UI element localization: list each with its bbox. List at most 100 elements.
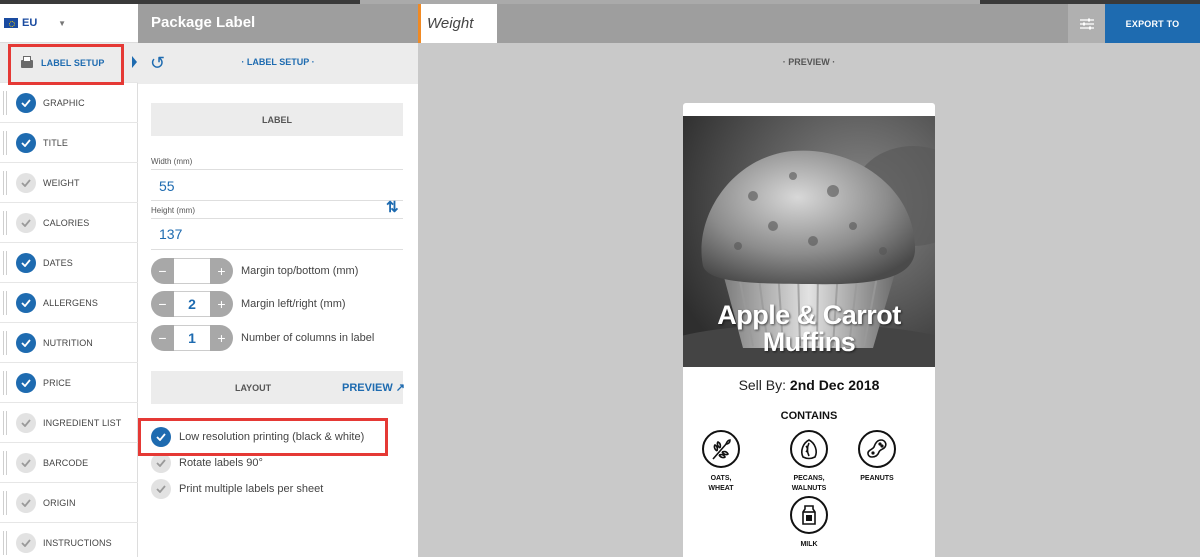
margin-top-bottom-input[interactable] [174,258,210,284]
checkmark-icon[interactable] [16,212,36,233]
panel-header: ↺ · LABEL SETUP · [138,43,418,84]
active-arrow-icon [132,56,137,68]
option-label: Rotate labels 90° [179,457,263,469]
decrement-button[interactable]: − [151,325,174,351]
preview-title: · PREVIEW · [782,57,836,67]
sidebar-item-label: DATES [43,257,73,268]
decrement-button[interactable]: − [151,258,174,284]
margin-left-right-stepper: − 2 + Margin left/right (mm) [151,291,346,317]
sidebar-item-graphic[interactable]: GRAPHIC [0,83,138,123]
settings-button[interactable] [1068,4,1105,43]
height-field[interactable]: 137 [159,226,182,242]
sidebar-item-calories[interactable]: CALORIES [0,203,138,243]
sidebar-item-label: GRAPHIC [43,97,85,108]
highlight-box-low-resolution [138,418,388,456]
sell-by-date: 2nd Dec 2018 [789,377,880,393]
swap-dimensions-icon[interactable]: ⇅ [386,198,399,216]
sidebar-item-allergens[interactable]: ALLERGENS [0,283,138,323]
tab-weight[interactable]: Weight [418,4,497,43]
region-selector[interactable]: EU ▼ [0,4,138,43]
sidebar-item-barcode[interactable]: BARCODE [0,443,138,483]
checkmark-icon[interactable] [16,372,36,393]
drag-handle-icon[interactable] [3,291,7,315]
sidebar: LABEL SETUP GRAPHIC TITLE WEIGHT CALORIE… [0,43,138,557]
sidebar-item-label: BARCODE [43,457,89,468]
drag-handle-icon[interactable] [3,531,7,555]
product-name-line2: Muffins [762,327,856,357]
sidebar-item-label: NUTRITION [43,337,93,348]
export-button[interactable]: EXPORT TO [1105,4,1200,43]
checkmark-icon[interactable] [16,412,36,433]
option-rotate-labels[interactable]: Rotate labels 90° [151,453,263,473]
sidebar-item-label: INSTRUCTIONS [43,537,112,548]
sidebar-item-label: WEIGHT [43,177,80,188]
preview-area: · PREVIEW · Apple & Carrot Muffins Sell … [418,43,1200,557]
section-layout-header: LAYOUT PREVIEW ↗ [151,371,405,404]
option-multiple-labels[interactable]: Print multiple labels per sheet [151,479,323,499]
preview-link[interactable]: PREVIEW ↗ [342,381,405,394]
sidebar-item-ingredient-list[interactable]: INGREDIENT LIST [0,403,138,443]
checkmark-icon[interactable] [16,292,36,313]
sidebar-item-label: TITLE [43,137,69,148]
checkmark-icon[interactable] [16,452,36,473]
chevron-down-icon: ▼ [58,18,66,28]
sidebar-item-instructions[interactable]: INSTRUCTIONS [0,523,138,557]
highlight-box-label-setup [8,44,124,85]
increment-button[interactable]: + [210,291,233,317]
sidebar-item-weight[interactable]: WEIGHT [0,163,138,203]
checkmark-icon[interactable] [151,479,171,499]
checkmark-icon[interactable] [16,532,36,553]
columns-input[interactable]: 1 [174,325,210,351]
sidebar-item-title[interactable]: TITLE [0,123,138,163]
checkmark-icon[interactable] [16,92,36,113]
sidebar-item-label: INGREDIENT LIST [43,417,122,428]
checkmark-icon[interactable] [16,172,36,193]
drag-handle-icon[interactable] [3,411,7,435]
margin-top-bottom-stepper: − + Margin top/bottom (mm) [151,258,358,284]
sliders-icon [1079,18,1094,29]
allergen-name: MILK [800,541,818,548]
sidebar-item-label: ALLERGENS [43,297,98,308]
peanut-icon [858,430,896,468]
divider [151,249,403,250]
checkmark-icon[interactable] [16,332,36,353]
width-label: Width (mm) [151,157,193,166]
drag-handle-icon[interactable] [3,91,7,115]
checkmark-icon[interactable] [16,252,36,273]
label-preview: Apple & Carrot Muffins Sell By: 2nd Dec … [683,103,935,557]
decrement-button[interactable]: − [151,291,174,317]
drag-handle-icon[interactable] [3,171,7,195]
drag-handle-icon[interactable] [3,251,7,275]
drag-handle-icon[interactable] [3,451,7,475]
sidebar-item-origin[interactable]: ORIGIN [0,483,138,523]
drag-handle-icon[interactable] [3,211,7,235]
width-field[interactable]: 55 [159,178,175,194]
margin-top-bottom-label: Margin top/bottom (mm) [241,265,359,277]
margin-left-right-label: Margin left/right (mm) [241,298,346,310]
checkmark-icon[interactable] [16,132,36,153]
drag-handle-icon[interactable] [3,331,7,355]
margin-left-right-input[interactable]: 2 [174,291,210,317]
allergen-oats-wheat: OATS, WHEAT [683,430,761,494]
allergen-milk: MILK [769,496,849,550]
browser-strip [0,0,1200,4]
product-name: Apple & Carrot Muffins [683,302,935,356]
sidebar-item-dates[interactable]: DATES [0,243,138,283]
divider [151,200,403,201]
drag-handle-icon[interactable] [3,491,7,515]
drag-handle-icon[interactable] [3,131,7,155]
checkmark-icon[interactable] [16,492,36,513]
increment-button[interactable]: + [210,258,233,284]
label-setup-panel: ↺ · LABEL SETUP · LABEL Width (mm) 55 He… [138,43,418,557]
sidebar-item-label: PRICE [43,377,72,388]
divider [151,169,403,170]
checkmark-icon[interactable] [151,453,171,473]
increment-button[interactable]: + [210,325,233,351]
nut-icon [790,430,828,468]
sidebar-item-price[interactable]: PRICE [0,363,138,403]
wheat-icon [702,430,740,468]
panel-title: · LABEL SETUP · [241,57,315,67]
drag-handle-icon[interactable] [3,371,7,395]
allergen-name: OATS, WHEAT [708,475,734,492]
sidebar-item-nutrition[interactable]: NUTRITION [0,323,138,363]
